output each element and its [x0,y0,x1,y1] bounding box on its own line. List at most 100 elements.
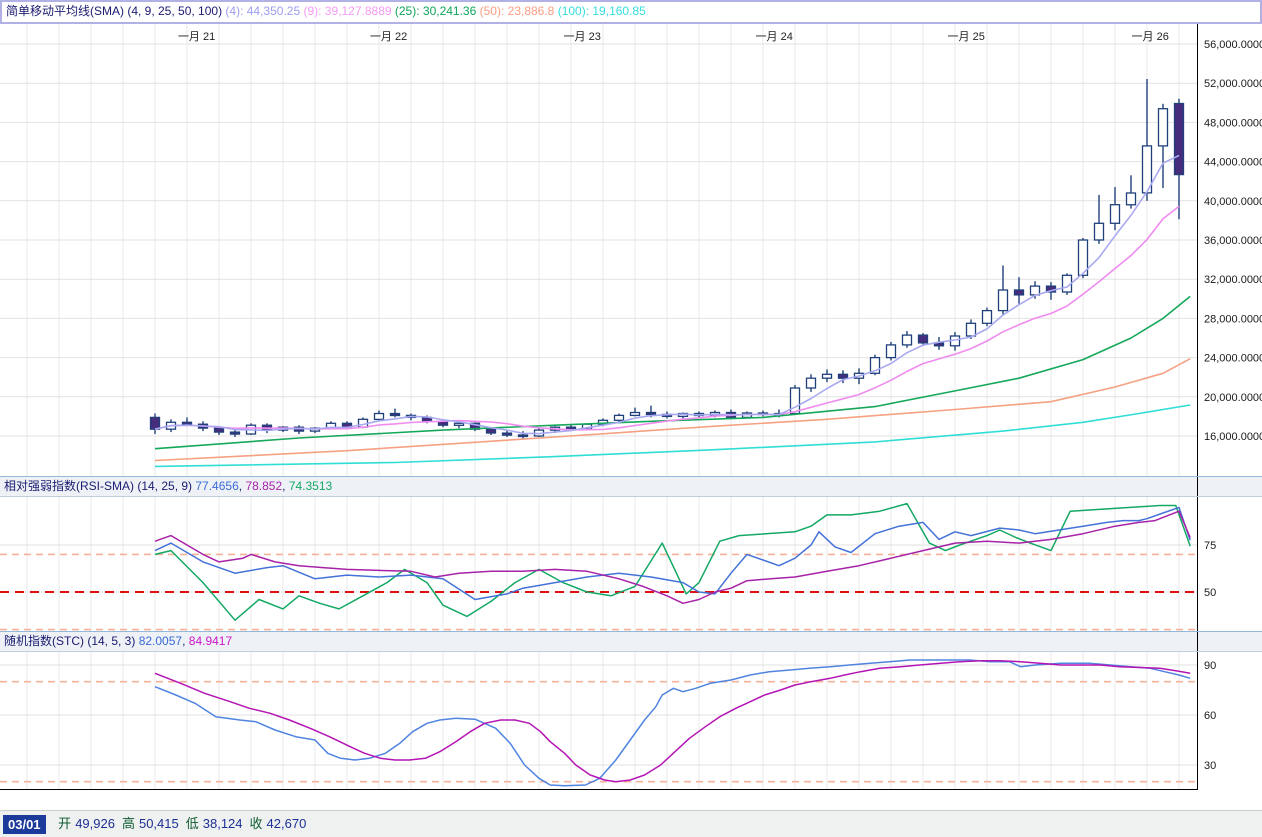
axis-tick-label: 30 [1204,760,1216,772]
candlestick[interactable] [951,332,960,351]
axis-tick-label: 48,000.0000 [1204,117,1262,129]
candlestick[interactable] [1015,277,1024,304]
candle-body [1111,205,1120,224]
candle-body [903,335,912,345]
candlestick[interactable] [1159,104,1168,188]
candlestick[interactable] [631,408,640,417]
candlestick[interactable] [1095,195,1104,244]
date-label: 一月 24 [756,31,793,43]
candle-body [1159,109,1168,146]
price-chart-panel[interactable]: 一月 21 一月 22 一月 23 一月 24 一月 25 一月 26 56,000.000… [0,24,1262,476]
indicator-value: (100): 19,160.85 [558,4,646,18]
candlestick[interactable] [807,374,816,392]
date-label: 一月 21 [178,31,215,43]
candle-body [391,414,400,416]
candle-body [1175,104,1184,175]
axis-tick-label: 36,000.0000 [1204,235,1262,247]
indicator-value: (9): 39,127.8889 [303,4,391,18]
axis-tick-label: 56,000.0000 [1204,39,1262,51]
candle-body [231,432,240,434]
candlestick[interactable] [903,331,912,348]
candle-body [215,428,224,432]
rsi-indicator-label: 相对强弱指数(RSI-SMA) (14, 25, 9) [4,479,192,493]
candle-body [983,311,992,324]
series-line [155,507,1190,599]
rsi-indicator-bar[interactable]: 相对强弱指数(RSI-SMA) (14, 25, 9) 77.4656, 78.… [0,476,1262,497]
candlestick[interactable] [823,369,832,382]
axis-tick-label: 20,000.0000 [1204,392,1262,404]
separator: , [182,634,189,648]
candle-body [487,429,496,433]
candle-body [375,414,384,420]
series-line [155,661,1190,782]
stc-indicator-bar[interactable]: 随机指数(STC) (14, 5, 3) 82.0057, 84.9417 [0,631,1262,652]
candlestick[interactable] [183,417,192,425]
candle-body [999,290,1008,311]
candlestick[interactable] [679,413,688,419]
candlestick[interactable] [151,414,160,435]
candlestick[interactable] [1143,79,1152,201]
date-label: 一月 25 [948,31,985,43]
separator: , [282,479,289,493]
candle-body [151,417,160,429]
ohlc-value: 49,926 [75,816,115,831]
indicator-value: 84.9417 [189,634,232,648]
ohlc-label: 低 [186,816,199,831]
candle-body [647,413,656,415]
candlestick[interactable] [1111,187,1120,230]
candlestick[interactable] [887,342,896,361]
stc-chart-panel[interactable]: 90 60 30 [0,652,1262,790]
candle-body [887,345,896,358]
axis-tick-label: 52,000.0000 [1204,78,1262,90]
stc-indicator-label: 随机指数(STC) (14, 5, 3) [4,634,135,648]
ohlc-value: 42,670 [267,816,307,831]
series-line [155,660,1190,786]
candlestick[interactable] [759,411,768,417]
candlestick[interactable] [391,409,400,418]
candle-body [631,413,640,416]
axis-tick-label: 44,000.0000 [1204,157,1262,169]
axis-tick-label: 75 [1204,540,1216,552]
candle-body [1031,286,1040,295]
indicator-value: 74.3513 [289,479,332,493]
candlestick[interactable] [999,266,1008,316]
ohlc-status-bar: 03/01 开49,926高50,415低38,124收42,670 [0,810,1262,837]
ohlc-label: 开 [58,816,71,831]
candle-body [791,388,800,414]
candle-body [1095,223,1104,240]
candle-body [1127,193,1136,205]
candle-body [839,374,848,378]
sma-indicator-bar[interactable]: 简单移动平均线(SMA) (4, 9, 25, 50, 100) (4): 44… [0,0,1262,24]
ohlc-label: 高 [122,816,135,831]
date-label: 一月 22 [370,31,407,43]
indicator-value: (4): 44,350.25 [225,4,300,18]
axis-tick-label: 28,000.0000 [1204,313,1262,325]
indicator-value: 77.4656 [195,479,238,493]
indicator-value: (25): 30,241.36 [395,4,476,18]
candlestick[interactable] [1127,175,1136,208]
rsi-chart-panel[interactable]: 7550 [0,497,1262,631]
ohlc-value: 50,415 [139,816,179,831]
candle-body [967,323,976,336]
axis-tick-label: 40,000.0000 [1204,196,1262,208]
series-line [155,504,1190,621]
axis-line [1197,477,1198,496]
rsi-values: 77.4656, 78.852, 74.3513 [195,479,332,493]
date-label: 一月 26 [1132,31,1169,43]
candle-body [1015,290,1024,295]
candlestick[interactable] [295,425,304,434]
date-badge: 03/01 [3,815,46,834]
axis-tick-label: 60 [1204,710,1216,722]
date-label: 一月 23 [564,31,601,43]
panel-gap [0,790,1262,810]
axis-tick-label: 90 [1204,660,1216,672]
candle-body [807,378,816,388]
axis-tick-label: 24,000.0000 [1204,353,1262,365]
candlestick[interactable] [983,308,992,327]
candle-body [615,415,624,420]
candle-body [183,422,192,424]
ohlc-label: 收 [250,816,263,831]
indicator-value: 82.0057 [139,634,182,648]
candle-body [519,435,528,437]
candlestick[interactable] [1079,238,1088,278]
